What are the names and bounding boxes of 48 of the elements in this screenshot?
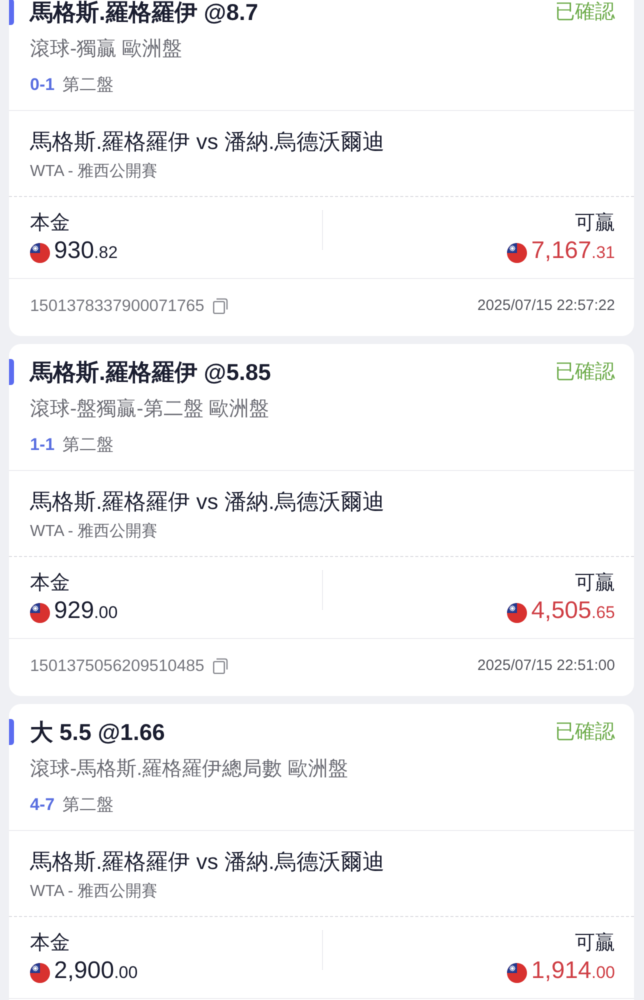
bet-selection: 馬格斯.羅格羅伊 @8.7 bbox=[30, 0, 258, 26]
score: 4-7 bbox=[30, 794, 55, 816]
flag-icon bbox=[507, 962, 528, 982]
bet-status: 已確認 bbox=[555, 360, 615, 385]
accent-bar bbox=[9, 359, 14, 385]
accent-bar bbox=[9, 719, 14, 745]
ticket-id: 1501378337900071765 bbox=[30, 296, 204, 317]
score: 1-1 bbox=[30, 434, 55, 456]
bet-selection: 大 5.5 @1.66 bbox=[30, 718, 165, 746]
stake-label: 本金 bbox=[30, 571, 71, 596]
bet-status: 已確認 bbox=[555, 0, 615, 25]
match-name: 馬格斯.羅格羅伊 vs 潘納.烏德沃爾迪 bbox=[30, 488, 386, 516]
bet-selection: 馬格斯.羅格羅伊 @5.85 bbox=[30, 358, 271, 386]
stake-amount: 2,900.00 bbox=[54, 957, 138, 986]
league-name: WTA - 雅西公開賽 bbox=[30, 882, 159, 902]
market-name: 滾球-獨贏 歐洲盤 bbox=[30, 37, 184, 62]
stake-label: 本金 bbox=[30, 931, 71, 956]
payout-amount: 7,167.31 bbox=[531, 237, 615, 266]
set-label: 第二盤 bbox=[62, 794, 114, 816]
flag-icon bbox=[30, 602, 50, 622]
placed-time: 2025/07/15 22:51:00 bbox=[477, 656, 615, 676]
accent-bar bbox=[9, 0, 14, 25]
flag-icon bbox=[30, 242, 50, 262]
flag-icon bbox=[30, 962, 50, 982]
payout-label: 可贏 bbox=[575, 931, 615, 956]
league-name: WTA - 雅西公開賽 bbox=[30, 522, 159, 542]
payout-amount: 1,914.00 bbox=[531, 957, 615, 986]
market-name: 滾球-盤獨贏-第二盤 歐洲盤 bbox=[30, 397, 270, 422]
flag-icon bbox=[507, 242, 528, 262]
placed-time: 2025/07/15 22:57:22 bbox=[477, 296, 615, 316]
bet-status: 已確認 bbox=[555, 720, 615, 745]
match-name: 馬格斯.羅格羅伊 vs 潘納.烏德沃爾迪 bbox=[30, 848, 386, 876]
score: 0-1 bbox=[30, 74, 55, 96]
stake-label: 本金 bbox=[30, 211, 71, 236]
flag-icon bbox=[507, 602, 528, 622]
set-label: 第二盤 bbox=[62, 74, 114, 96]
league-name: WTA - 雅西公開賽 bbox=[30, 162, 159, 182]
market-name: 滾球-馬格斯.羅格羅伊總局數 歐洲盤 bbox=[30, 757, 349, 782]
payout-amount: 4,505.65 bbox=[531, 597, 615, 626]
set-label: 第二盤 bbox=[62, 434, 114, 456]
copy-icon[interactable] bbox=[212, 658, 228, 674]
ticket-id: 1501375056209510485 bbox=[30, 656, 204, 677]
payout-label: 可贏 bbox=[575, 571, 615, 596]
stake-amount: 930.82 bbox=[54, 237, 118, 266]
match-name: 馬格斯.羅格羅伊 vs 潘納.烏德沃爾迪 bbox=[30, 128, 386, 156]
stake-amount: 929.00 bbox=[54, 597, 118, 626]
payout-label: 可贏 bbox=[575, 211, 615, 236]
copy-icon[interactable] bbox=[212, 298, 228, 314]
